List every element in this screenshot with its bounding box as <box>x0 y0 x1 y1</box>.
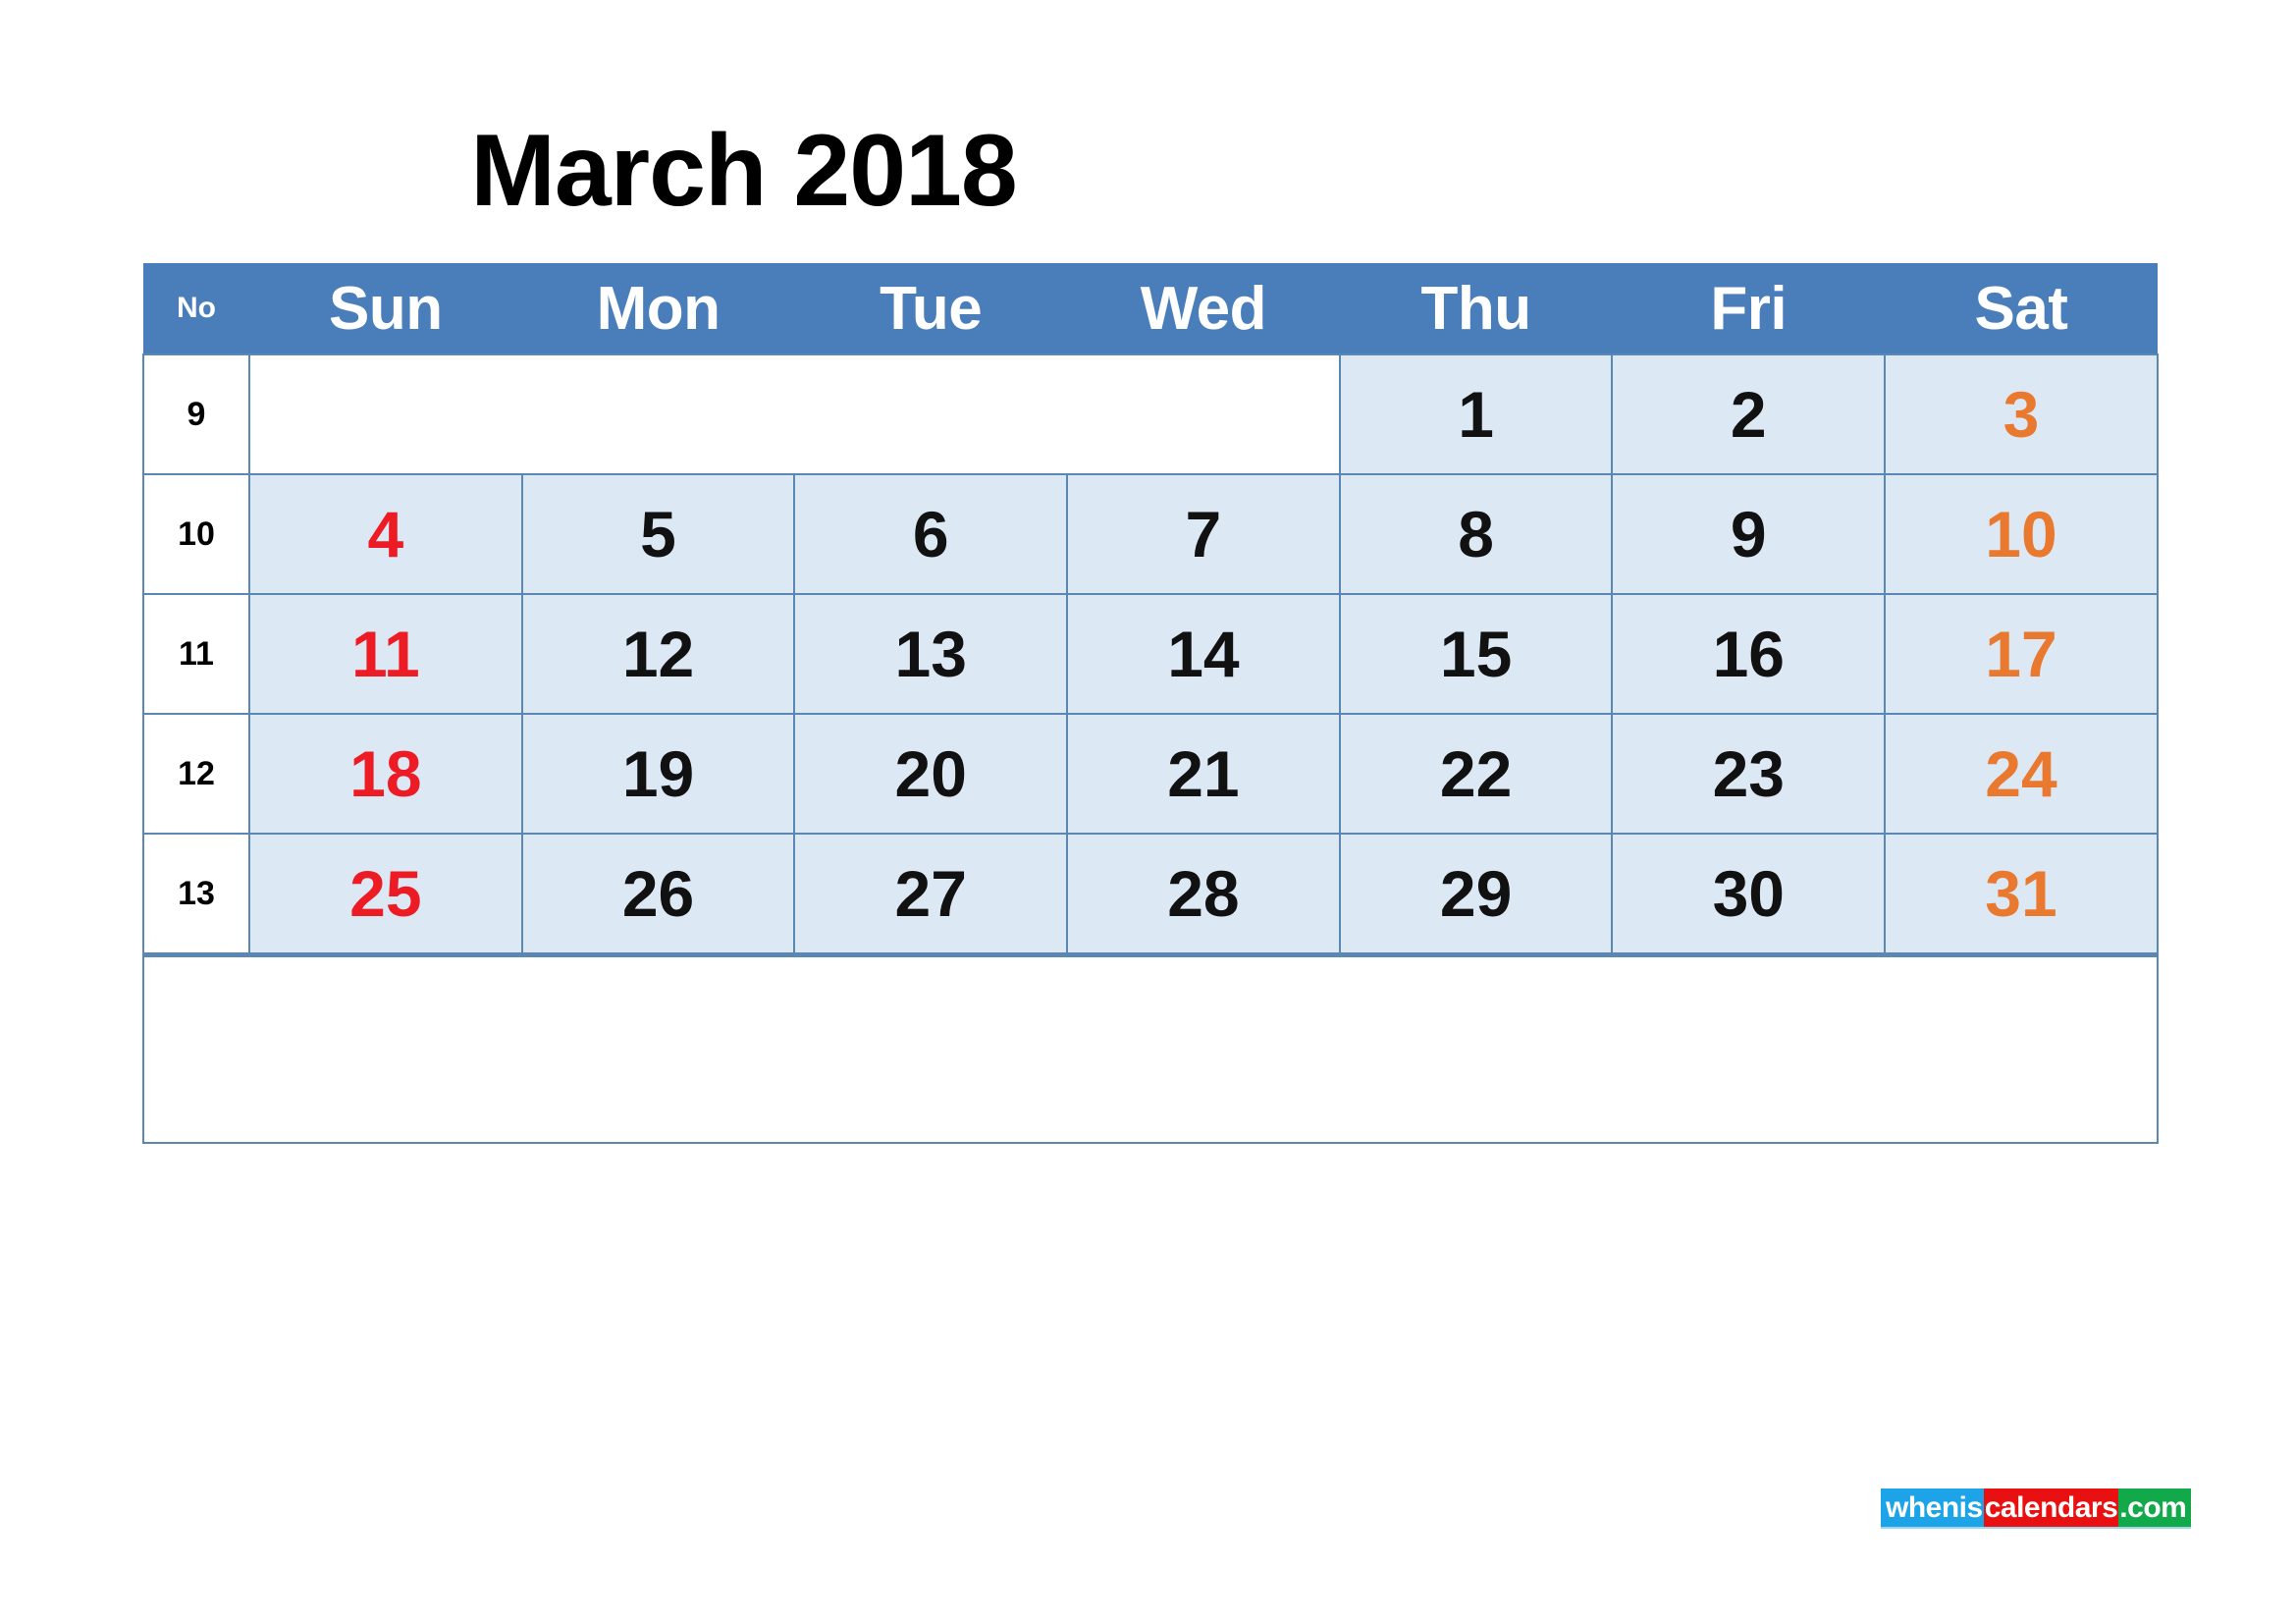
calendar-blank-cells <box>248 353 1341 475</box>
calendar-day-cell[interactable]: 10 <box>1884 473 2159 595</box>
calendar-day-cell[interactable]: 7 <box>1066 473 1341 595</box>
week-number-header: No <box>143 263 249 354</box>
calendar-day-cell[interactable]: 1 <box>1338 353 1614 475</box>
site-logo[interactable]: whenis calendars .com <box>1881 1489 2192 1529</box>
week-number-cell: 12 <box>142 713 250 835</box>
calendar-day-cell[interactable]: 21 <box>1066 713 1341 835</box>
calendar-notes-row <box>142 952 2159 1144</box>
calendar-week-row: 9 123 <box>142 353 2159 475</box>
logo-segment-com: .com <box>2118 1489 2192 1527</box>
calendar-day-cell[interactable]: 22 <box>1338 713 1614 835</box>
calendar-day-cell[interactable]: 14 <box>1066 593 1341 715</box>
calendar-header-row: No Sun Mon Tue Wed Thu Fri Sat <box>143 263 2158 354</box>
week-number-cell: 9 <box>142 353 250 475</box>
calendar-week-row: 12 18 19 20 21 22 23 24 <box>142 713 2159 835</box>
calendar-day-cell[interactable]: 31 <box>1884 833 2159 956</box>
day-header-sun: Sun <box>249 263 522 354</box>
calendar-day-cell[interactable]: 16 <box>1611 593 1887 715</box>
calendar-day-cell[interactable]: 2 <box>1611 353 1887 475</box>
calendar-day-cell[interactable]: 3 <box>1884 353 2159 475</box>
calendar-day-cell[interactable]: 28 <box>1066 833 1341 956</box>
day-header-sat: Sat <box>1885 263 2158 354</box>
day-header-thu: Thu <box>1339 263 1613 354</box>
day-header-wed: Wed <box>1067 263 1340 354</box>
calendar-day-cell[interactable]: 26 <box>520 833 796 956</box>
calendar-table: No Sun Mon Tue Wed Thu Fri Sat 9 1 2 3 10 4 5 6… <box>142 263 2159 1144</box>
day-header-mon: Mon <box>521 263 795 354</box>
calendar-body: 9 1 2 3 10 4 5 6 7 8 9 10 11 11 12 13 14 15 16 17 12 18 19 20 21… <box>142 353 2159 1144</box>
calendar-week-row: 10 4 5 6 7 8 9 10 <box>142 473 2159 595</box>
day-header-tue: Tue <box>794 263 1068 354</box>
logo-segment-whenis: whenis <box>1881 1489 1984 1527</box>
calendar-day-cell[interactable]: 23 <box>1611 713 1887 835</box>
calendar-day-cell[interactable]: 18 <box>248 713 523 835</box>
page-title: March 2018 <box>470 114 1018 228</box>
logo-segment-calendars: calendars <box>1983 1489 2119 1527</box>
calendar-day-cell[interactable]: 15 <box>1338 593 1614 715</box>
calendar-notes-cell[interactable] <box>142 952 2159 1144</box>
calendar-day-cell[interactable]: 29 <box>1338 833 1614 956</box>
calendar-day-cell[interactable]: 24 <box>1884 713 2159 835</box>
calendar-day-cell[interactable]: 17 <box>1884 593 2159 715</box>
week-number-cell: 11 <box>142 593 250 715</box>
calendar-week-row: 13 25 26 27 28 29 30 31 <box>142 833 2159 956</box>
calendar-day-cell[interactable]: 13 <box>793 593 1069 715</box>
week-number-cell: 13 <box>142 833 250 956</box>
calendar-day-cell[interactable]: 8 <box>1338 473 1614 595</box>
calendar-day-cell[interactable]: 27 <box>793 833 1069 956</box>
calendar-day-cell[interactable]: 6 <box>793 473 1069 595</box>
calendar-day-cell[interactable]: 30 <box>1611 833 1887 956</box>
calendar-day-cell[interactable]: 19 <box>520 713 796 835</box>
calendar-day-cell[interactable]: 9 <box>1611 473 1887 595</box>
day-header-fri: Fri <box>1612 263 1886 354</box>
calendar-day-cell[interactable]: 5 <box>520 473 796 595</box>
week-number-cell: 10 <box>142 473 250 595</box>
calendar-week-row: 11 11 12 13 14 15 16 17 <box>142 593 2159 715</box>
calendar-day-cell[interactable]: 4 <box>248 473 523 595</box>
calendar-day-cell[interactable]: 12 <box>520 593 796 715</box>
calendar-day-cell[interactable]: 11 <box>248 593 523 715</box>
calendar-day-cell[interactable]: 20 <box>793 713 1069 835</box>
calendar-day-cell[interactable]: 25 <box>248 833 523 956</box>
